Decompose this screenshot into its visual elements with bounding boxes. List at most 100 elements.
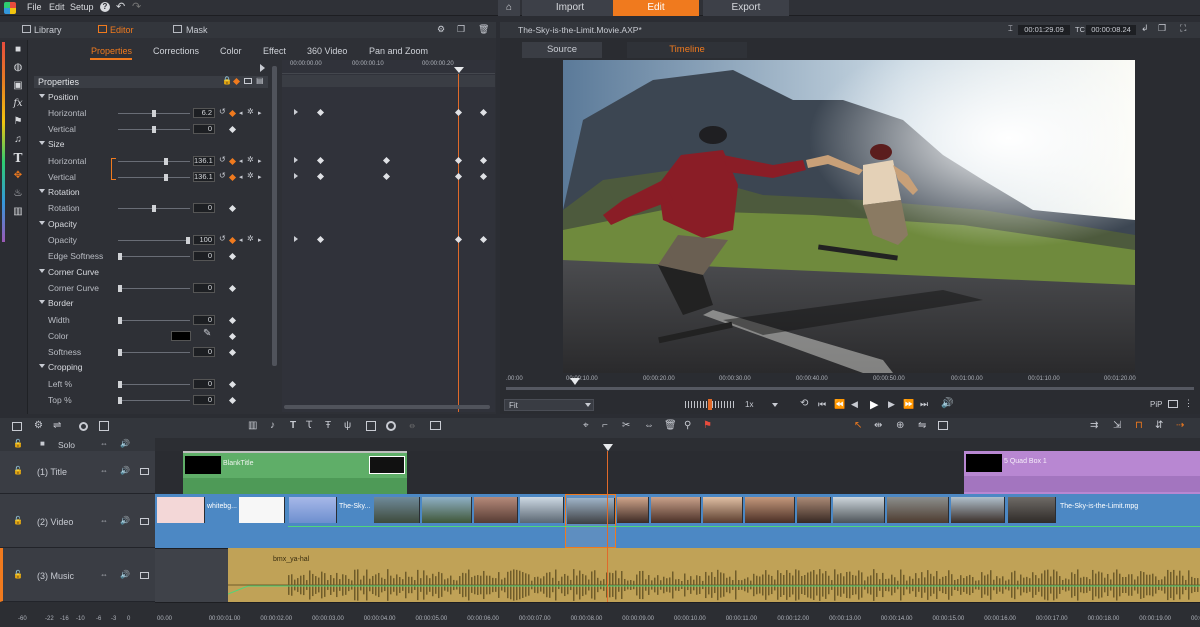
color-icon[interactable] <box>386 421 396 431</box>
group-position[interactable]: Position <box>48 92 78 102</box>
track-name-music[interactable]: (3) Music <box>37 571 74 581</box>
trim-icon[interactable]: ⌐ <box>602 420 608 431</box>
motion-track-icon[interactable]: ψ <box>344 420 351 431</box>
track-name-video[interactable]: (2) Video <box>37 517 73 527</box>
video-clip-segment[interactable] <box>519 494 565 548</box>
slider-knob[interactable] <box>152 126 156 133</box>
crop-top-slider[interactable] <box>118 397 190 404</box>
lock-icon[interactable]: 🔒 <box>222 76 232 85</box>
edge-softness-slider[interactable] <box>118 253 190 260</box>
help-icon[interactable]: ? <box>100 2 110 12</box>
prev-keyframe-icon[interactable]: ◂ <box>239 109 243 117</box>
position-vertical-slider[interactable] <box>118 126 190 133</box>
mute-all-icon[interactable]: 🔊 <box>120 439 130 448</box>
visibility-all-icon[interactable]: ⇔ <box>100 439 108 448</box>
go-end-icon[interactable]: ⏭ <box>920 399 928 410</box>
kf-marker-icon[interactable] <box>228 204 237 213</box>
tab-mask[interactable]: Mask <box>186 25 208 35</box>
keyframe[interactable] <box>454 108 463 117</box>
go-start-icon[interactable]: ⏮ <box>818 399 826 410</box>
storyboard-icon[interactable] <box>99 421 109 431</box>
import-button[interactable]: Import <box>522 0 618 16</box>
monitor-icon[interactable] <box>140 518 149 525</box>
home-button[interactable]: ⌂ <box>498 0 520 16</box>
corner-curve-slider[interactable] <box>118 285 190 292</box>
kf-marker-icon[interactable] <box>228 332 237 341</box>
slider-knob[interactable] <box>186 237 190 244</box>
ease-icon[interactable]: ✲ <box>247 155 254 164</box>
track-header-music[interactable]: 🔓 (3) Music ⇔ 🔊 <box>0 548 155 602</box>
video-clip-segment[interactable] <box>796 494 832 548</box>
reset-icon[interactable]: ↺ <box>219 234 226 243</box>
video-clip-sky-full[interactable]: The-Sky-is-the-Limit.mpg <box>1006 494 1200 548</box>
tab-color[interactable]: Color <box>220 46 242 56</box>
mute-icon[interactable]: 🔊 <box>120 570 130 579</box>
position-vertical-value[interactable]: 0 <box>193 124 215 134</box>
more-options-icon[interactable]: ⋮ <box>1184 398 1193 409</box>
border-color-swatch[interactable] <box>171 331 191 341</box>
menu-setup[interactable]: Setup <box>70 2 94 12</box>
title-clip-quadbox[interactable]: 5 Quad Box 1 <box>964 451 1200 494</box>
loop-icon[interactable]: ⟲ <box>800 398 808 409</box>
visibility-icon[interactable]: ⇔ <box>100 570 108 579</box>
monitor-icon[interactable] <box>140 572 149 579</box>
prev-keyframe-icon[interactable]: ◂ <box>239 157 243 165</box>
border-width-value[interactable]: 0 <box>193 315 215 325</box>
monitor-icon[interactable] <box>140 468 149 475</box>
mode-icon[interactable]: ⇉ <box>1090 420 1098 431</box>
flag-icon[interactable]: ⚑ <box>703 420 712 431</box>
scrub-ruler[interactable]: .00:00 00:00:10.00 00:00:20.00 00:00:30.… <box>506 374 1194 390</box>
add-keyframe-icon[interactable] <box>228 157 237 166</box>
slider-knob[interactable] <box>118 349 122 356</box>
solo-icon[interactable]: ■ <box>40 439 45 448</box>
slip-tool-icon[interactable]: ⊕ <box>896 420 904 431</box>
scrub-track[interactable] <box>506 387 1194 390</box>
video-clip-segment[interactable] <box>886 494 950 548</box>
pip-window-icon[interactable] <box>1168 400 1178 408</box>
motion-icon[interactable]: ✥ <box>12 170 24 182</box>
export-button[interactable]: Export <box>703 0 789 16</box>
timeline-playhead-icon[interactable] <box>603 444 613 451</box>
border-softness-value[interactable]: 0 <box>193 347 215 357</box>
app-logo[interactable] <box>4 2 16 14</box>
select-tool-icon[interactable]: ↖ <box>854 420 862 431</box>
next-keyframe-icon[interactable]: ▸ <box>258 236 262 244</box>
smart-mode-icon[interactable]: ⇢ <box>1176 420 1184 431</box>
add-keyframe-icon[interactable] <box>228 173 237 182</box>
video-clip-segment[interactable] <box>832 494 886 548</box>
trim-tool-icon[interactable]: ⇹ <box>874 420 882 431</box>
music-clip[interactable]: bmx_ya-hal <box>228 548 1200 602</box>
expand-arrow-icon[interactable] <box>39 269 45 273</box>
slider-knob[interactable] <box>152 110 156 117</box>
expand-arrow-icon[interactable] <box>39 189 45 193</box>
expand-arrow-icon[interactable] <box>39 141 45 145</box>
slider-knob[interactable] <box>164 158 168 165</box>
speed-display[interactable]: 1x <box>745 400 753 409</box>
montage-icon[interactable]: ♨ <box>12 188 24 200</box>
size-horizontal-slider[interactable] <box>118 158 190 165</box>
tab-360-video[interactable]: 360 Video <box>307 46 347 56</box>
step-forward-icon[interactable]: ▶ <box>888 399 895 410</box>
tab-pan-zoom[interactable]: Pan and Zoom <box>369 46 428 56</box>
visibility-icon[interactable]: ⇔ <box>100 516 108 525</box>
fullscreen-icon[interactable]: ⛶ <box>1180 23 1186 34</box>
eyedropper-icon[interactable]: ✎ <box>203 328 211 339</box>
reset-icon[interactable]: ↺ <box>219 155 226 164</box>
mute-icon[interactable]: 🔊 <box>120 516 130 525</box>
keyframe[interactable] <box>454 156 463 165</box>
title-clip-blanktitle[interactable]: BlankTitle <box>183 451 407 494</box>
edge-softness-value[interactable]: 0 <box>193 251 215 261</box>
tab-properties[interactable]: Properties <box>91 46 132 56</box>
text-tool-icon[interactable]: T <box>290 420 296 431</box>
title-tool-icon[interactable]: Ꚍ <box>306 420 312 431</box>
add-keyframe-icon[interactable] <box>228 236 237 245</box>
ripple-icon[interactable]: ⇔ <box>644 420 654 431</box>
size-vertical-slider[interactable] <box>118 174 190 181</box>
trash-icon[interactable]: ▤ <box>256 76 264 85</box>
slider-knob[interactable] <box>164 174 168 181</box>
snapshot-tl-icon[interactable]: ⚲ <box>684 420 691 431</box>
transition-icon[interactable]: ⚑ <box>12 116 24 128</box>
group-cropping[interactable]: Cropping <box>48 362 83 372</box>
kf-marker-icon[interactable] <box>228 348 237 357</box>
fit-dropdown[interactable]: Fit <box>504 399 594 411</box>
